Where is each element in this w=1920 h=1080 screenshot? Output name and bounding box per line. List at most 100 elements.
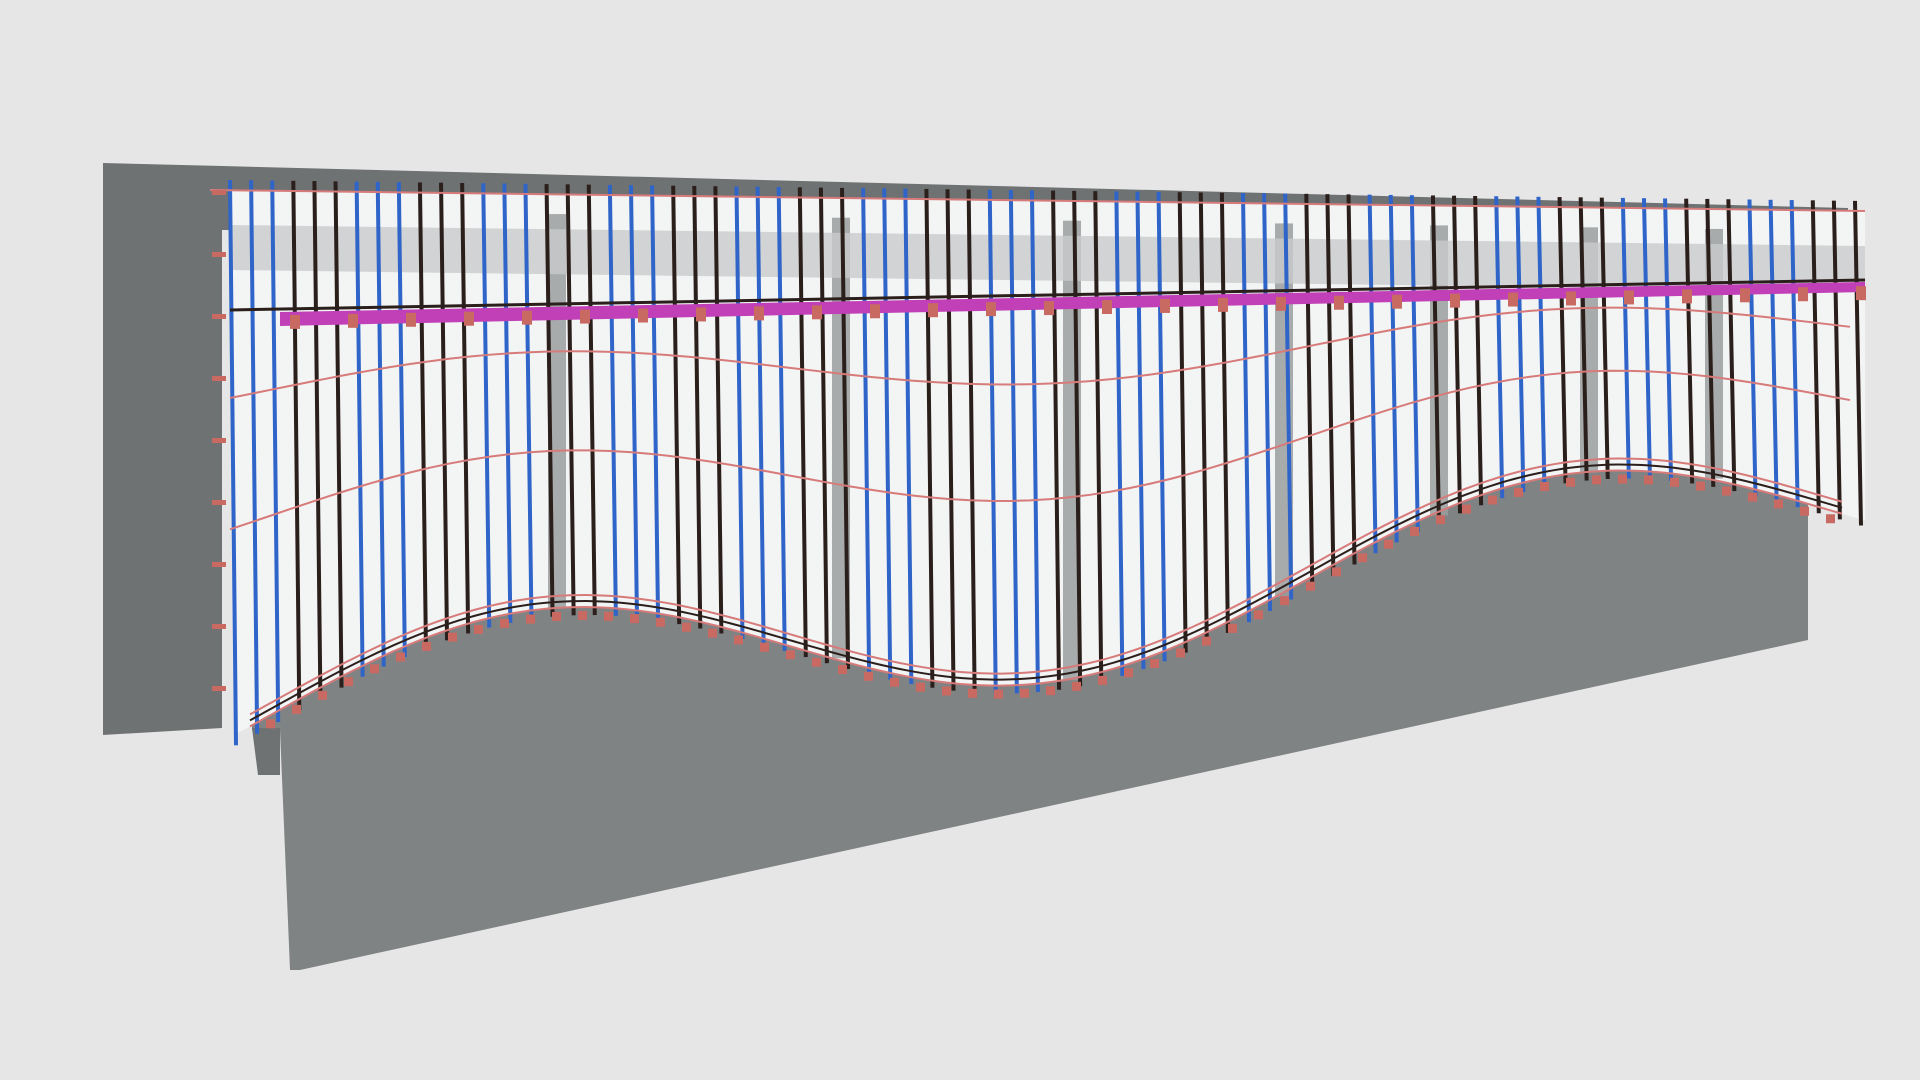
bottom-bracket [1436, 515, 1445, 525]
bottom-bracket [1306, 581, 1315, 591]
bottom-bracket [942, 686, 951, 696]
bottom-bracket [916, 682, 925, 692]
bottom-bracket [1592, 475, 1601, 485]
edge-bracket [212, 500, 226, 505]
bottom-bracket [994, 689, 1003, 699]
beam-bracket [464, 311, 474, 326]
beam-bracket [638, 308, 648, 323]
beam-bracket [1334, 295, 1344, 310]
left-wall-panel [103, 163, 222, 735]
bottom-bracket [526, 614, 535, 624]
bottom-bracket [1384, 539, 1393, 549]
beam-bracket [812, 305, 822, 320]
beam-bracket [986, 302, 996, 317]
bottom-bracket [396, 652, 405, 662]
beam-bracket [870, 304, 880, 319]
bottom-bracket [1462, 504, 1471, 514]
bottom-bracket [1332, 567, 1341, 577]
bottom-bracket [812, 657, 821, 667]
bottom-bracket [864, 671, 873, 681]
beam-bracket [1276, 296, 1286, 311]
facade-model[interactable] [0, 0, 1920, 1080]
beam-bracket [522, 310, 532, 325]
bottom-bracket [1514, 487, 1523, 497]
bottom-bracket [370, 664, 379, 674]
bottom-bracket [760, 642, 769, 652]
edge-bracket [212, 376, 226, 381]
beam-bracket [290, 314, 300, 329]
bottom-bracket [1020, 688, 1029, 698]
bottom-bracket [1280, 596, 1289, 606]
bottom-bracket [1176, 648, 1185, 658]
bottom-bracket [552, 611, 561, 621]
bottom-bracket [448, 632, 457, 642]
bottom-bracket [708, 628, 717, 638]
bottom-bracket [1254, 610, 1263, 620]
beam-bracket [1160, 298, 1170, 313]
bottom-bracket [292, 704, 301, 714]
bottom-bracket [1410, 526, 1419, 536]
bottom-bracket [1670, 477, 1679, 487]
beam-bracket [1450, 293, 1460, 308]
bottom-bracket [500, 618, 509, 628]
bottom-bracket [734, 635, 743, 645]
beam-bracket [1218, 297, 1228, 312]
beam-bracket [1740, 288, 1750, 303]
bottom-bracket [838, 665, 847, 675]
bottom-bracket [318, 690, 327, 700]
bottom-bracket [344, 677, 353, 687]
bottom-bracket [1722, 486, 1731, 496]
beam-bracket [1392, 294, 1402, 309]
beam-bracket [348, 313, 358, 328]
beam-bracket [1044, 301, 1054, 316]
bottom-bracket [1826, 514, 1835, 524]
bottom-bracket [1488, 495, 1497, 505]
bottom-bracket [1150, 659, 1159, 669]
3d-viewport[interactable] [0, 0, 1920, 1080]
bottom-bracket [578, 611, 587, 621]
bottom-bracket [1228, 623, 1237, 633]
bottom-bracket [1800, 506, 1809, 516]
edge-bracket [212, 252, 226, 257]
bottom-bracket [1124, 668, 1133, 678]
bottom-bracket [422, 641, 431, 651]
bottom-bracket [890, 677, 899, 687]
beam-bracket [1856, 286, 1866, 301]
beam-bracket [1798, 287, 1808, 302]
bottom-bracket [1202, 636, 1211, 646]
beam-bracket [406, 312, 416, 327]
edge-bracket [212, 314, 226, 319]
bottom-bracket [968, 688, 977, 698]
beam-bracket [1566, 291, 1576, 306]
beam-bracket [928, 303, 938, 318]
edge-bracket [212, 624, 226, 629]
bottom-bracket [1072, 681, 1081, 691]
beam-bracket [1682, 289, 1692, 304]
bottom-bracket [1618, 474, 1627, 484]
beam-bracket [696, 307, 706, 322]
bottom-bracket [1046, 686, 1055, 696]
edge-bracket [212, 686, 226, 691]
edge-bracket [212, 562, 226, 567]
bottom-bracket [1098, 675, 1107, 685]
wall-step [252, 728, 280, 775]
bottom-bracket [1540, 482, 1549, 492]
bottom-bracket [474, 624, 483, 634]
bottom-bracket [1696, 481, 1705, 491]
beam-bracket [1508, 292, 1518, 307]
bottom-bracket [682, 622, 691, 632]
beam-bracket [580, 309, 590, 324]
beam-bracket [1102, 300, 1112, 314]
bottom-bracket [1748, 492, 1757, 502]
bottom-bracket [1358, 553, 1367, 563]
bottom-bracket [1566, 477, 1575, 487]
bottom-bracket [656, 617, 665, 627]
bottom-bracket [604, 611, 613, 621]
beam-bracket [1624, 290, 1634, 305]
bottom-bracket [1774, 499, 1783, 509]
bottom-bracket [786, 650, 795, 660]
bottom-bracket [266, 719, 275, 729]
edge-bracket [212, 438, 226, 443]
beam-bracket [754, 306, 764, 321]
bottom-bracket [630, 614, 639, 624]
